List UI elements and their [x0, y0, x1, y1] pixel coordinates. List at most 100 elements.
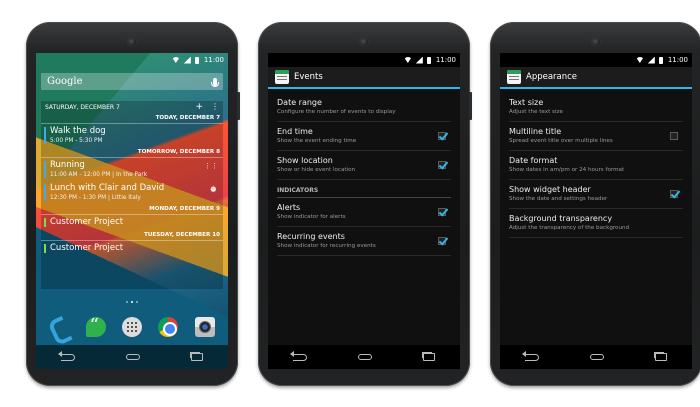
- widget-header: SATURDAY, DECEMBER 7 + ⋮: [41, 101, 223, 113]
- repeat-icon: ⋮⋮: [204, 162, 218, 170]
- pref-row[interactable]: Show location Show or hide event location: [277, 151, 451, 180]
- category-header: INDICATORS: [277, 180, 451, 198]
- app-icon[interactable]: [507, 70, 521, 84]
- event-title: Customer Project: [50, 243, 124, 253]
- settings-list: Text size Adjust the text size Multiline t…: [500, 89, 692, 351]
- pref-summary: Show or hide event location: [277, 167, 356, 173]
- hangouts-app-icon[interactable]: [85, 315, 106, 337]
- pref-row[interactable]: End time Show the event ending time: [277, 122, 451, 151]
- pref-summary: Show the date and settings header: [509, 196, 608, 202]
- appearance-settings-screen: 11:00 Appearance Text size Adjust the tex…: [500, 53, 692, 369]
- page-dot: [126, 301, 128, 303]
- wifi-icon: [403, 57, 412, 63]
- back-icon[interactable]: [290, 351, 308, 361]
- pref-title: Alerts: [277, 203, 301, 212]
- event-color-bar: [44, 218, 46, 227]
- pref-row[interactable]: Date format Show dates in am/pm or 24 hou…: [509, 151, 683, 180]
- event-details: 11:00 AM - 12:00 PM | In the Park: [50, 172, 148, 178]
- event-details: 5:00 PM - 5:30 PM: [50, 138, 103, 144]
- day-header: TODAY, DECEMBER 7: [41, 113, 223, 124]
- add-event-icon[interactable]: +: [195, 102, 203, 112]
- pref-row[interactable]: Background transparency Adjust the transp…: [509, 209, 683, 238]
- status-bar: 11:00: [36, 53, 228, 67]
- chrome-app-icon[interactable]: [158, 317, 179, 337]
- pref-row[interactable]: Show widget header Show the date and sett…: [509, 180, 683, 209]
- earpiece-speaker: [592, 38, 600, 46]
- back-icon[interactable]: [522, 351, 540, 361]
- home-icon[interactable]: [125, 354, 140, 360]
- pref-row[interactable]: Date range Configure the number of events…: [277, 93, 451, 122]
- nav-bar: [36, 345, 228, 369]
- battery-icon: [658, 56, 663, 64]
- settings-list: Date range Configure the number of events…: [268, 89, 460, 351]
- pref-text: Multiline title Spread event title over m…: [509, 127, 613, 145]
- signal-icon: [647, 56, 655, 64]
- action-bar: Appearance: [500, 67, 692, 89]
- pref-text: Recurring events Show indicator for recur…: [277, 232, 376, 250]
- pref-row[interactable]: Text size Adjust the text size: [509, 93, 683, 122]
- pref-summary: Show the event ending time: [277, 138, 357, 144]
- status-bar: 11:00: [500, 53, 692, 67]
- status-time: 11:00: [667, 56, 688, 64]
- nav-bar: [268, 345, 460, 369]
- event-item[interactable]: Running 11:00 AM - 12:00 PM | In the Park…: [41, 158, 223, 181]
- event-color-bar: [44, 244, 46, 253]
- pref-title: Show location: [277, 156, 333, 165]
- calendar-widget[interactable]: SATURDAY, DECEMBER 7 + ⋮ TODAY, DECEMBER…: [41, 101, 223, 289]
- pref-checkbox[interactable]: [670, 190, 678, 198]
- page-indicator: [36, 301, 228, 303]
- events-settings-screen: 11:00 Events Date range Configure the num…: [268, 53, 460, 369]
- pref-text: Date format Show dates in am/pm or 24 hou…: [509, 156, 624, 174]
- pref-checkbox[interactable]: [438, 161, 446, 169]
- back-icon[interactable]: [58, 351, 76, 361]
- pref-row[interactable]: Alerts Show indicator for alerts: [277, 198, 451, 227]
- pref-summary: Adjust the transparency of the backgroun…: [509, 225, 630, 231]
- home-icon[interactable]: [357, 354, 372, 360]
- event-color-bar: [44, 184, 46, 201]
- pref-text: Background transparency Adjust the transp…: [509, 214, 629, 232]
- event-item[interactable]: Lunch with Clair and David 12:30 PM - 1:3…: [41, 181, 223, 204]
- pref-title: Date format: [509, 156, 558, 165]
- pref-checkbox[interactable]: [438, 132, 446, 140]
- pref-checkbox[interactable]: [438, 208, 446, 216]
- app-dock: [36, 312, 228, 342]
- screen-title: Appearance: [526, 72, 578, 82]
- pref-summary: Spread event title over multiple lines: [509, 138, 613, 144]
- day-header: MONDAY, DECEMBER 9: [41, 204, 223, 215]
- pref-checkbox[interactable]: [670, 132, 678, 140]
- pref-checkbox[interactable]: [438, 237, 446, 245]
- phone-app-icon[interactable]: [49, 317, 69, 337]
- pref-text: Show location Show or hide event location: [277, 156, 355, 174]
- recent-apps-icon[interactable]: [654, 353, 667, 361]
- event-item[interactable]: Customer Project: [41, 215, 223, 230]
- phone-events-settings: 11:00 Events Date range Configure the num…: [258, 22, 472, 386]
- pref-title: Recurring events: [277, 232, 345, 241]
- overflow-menu-icon[interactable]: ⋮: [211, 103, 219, 111]
- pref-title: Date range: [277, 98, 322, 107]
- pref-text: Text size Adjust the text size: [509, 98, 563, 116]
- alarm-icon: ⏰: [209, 185, 218, 193]
- home-icon[interactable]: [589, 354, 604, 360]
- app-icon[interactable]: [275, 70, 289, 84]
- app-drawer-icon[interactable]: [121, 317, 142, 337]
- event-item[interactable]: Customer Project: [41, 241, 223, 256]
- event-title: Running: [50, 160, 85, 170]
- widget-date: SATURDAY, DECEMBER 7: [45, 103, 120, 111]
- action-bar: Events: [268, 67, 460, 89]
- pref-row[interactable]: Recurring events Show indicator for recur…: [277, 227, 451, 256]
- event-item[interactable]: Walk the dog 5:00 PM - 5:30 PM: [41, 124, 223, 147]
- pref-title: Multiline title: [509, 127, 562, 136]
- screen-title: Events: [294, 72, 323, 82]
- google-logo: Google: [47, 76, 83, 87]
- volume-button: [469, 92, 472, 120]
- mic-icon[interactable]: [211, 77, 219, 87]
- camera-app-icon[interactable]: [194, 317, 215, 337]
- volume-button: [237, 92, 240, 120]
- pref-row[interactable]: Multiline title Spread event title over m…: [509, 122, 683, 151]
- pref-title: Show widget header: [509, 185, 591, 194]
- recent-apps-icon[interactable]: [422, 353, 435, 361]
- wifi-icon: [635, 57, 644, 63]
- battery-icon: [426, 56, 431, 64]
- google-search-bar[interactable]: Google: [41, 73, 223, 90]
- recent-apps-icon[interactable]: [190, 353, 203, 361]
